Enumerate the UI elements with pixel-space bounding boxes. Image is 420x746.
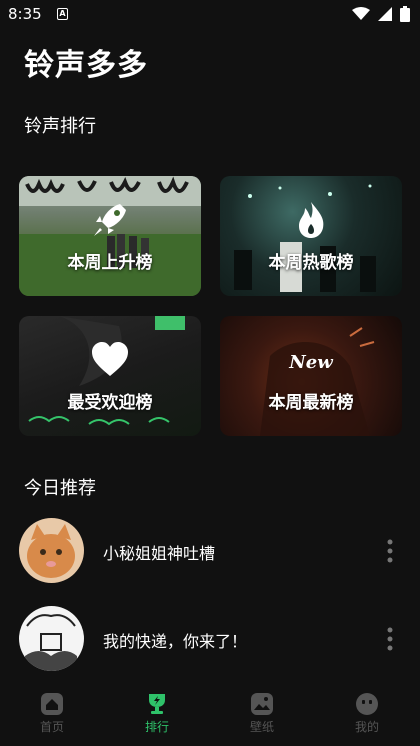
rocket-icon [94, 204, 126, 236]
home-icon [41, 693, 63, 715]
more-vertical-icon[interactable] [382, 625, 398, 653]
status-time: 8:35 [8, 5, 42, 23]
nav-item-mine[interactable]: 我的 [332, 692, 402, 735]
smiley-icon [356, 693, 378, 715]
flame-icon [299, 202, 324, 238]
card-label: 本周热歌榜 [268, 253, 354, 273]
nav-label: 我的 [354, 720, 379, 734]
battery-icon [400, 6, 410, 22]
list-item-title: 小秘姐姐神吐槽 [103, 544, 216, 563]
nav-item-rank[interactable]: 排行 [122, 692, 192, 735]
card-label: 最受欢迎榜 [67, 393, 153, 413]
wallpaper-icon [251, 693, 273, 715]
nav-item-wallpaper[interactable]: 壁纸 [227, 692, 297, 735]
svg-text:New: New [288, 352, 334, 373]
list-item[interactable]: 我的快递，你来了！ [0, 606, 420, 676]
more-vertical-icon[interactable] [382, 537, 398, 565]
card-weekly-new[interactable]: New 本周最新榜 [220, 316, 402, 436]
list-item[interactable]: 小秘姐姐神吐槽 [0, 518, 420, 588]
nav-label: 排行 [144, 720, 169, 734]
app-title: 铃声多多 [24, 48, 148, 83]
list-item-title: 我的快递，你来了！ [103, 632, 248, 651]
card-weekly-rising[interactable]: 本周上升榜 [19, 176, 201, 296]
card-label: 本周上升榜 [67, 253, 153, 273]
trophy-icon [149, 694, 165, 714]
card-most-popular[interactable]: 最受欢迎榜 [19, 316, 201, 436]
nav-item-home[interactable]: 首页 [17, 692, 87, 735]
new-badge-icon: New [288, 352, 334, 373]
bottom-nav: 首页 排行 壁纸 我的 [0, 686, 420, 746]
card-weekly-hot[interactable]: 本周热歌榜 [220, 176, 402, 296]
notification-icon: A [57, 8, 68, 20]
wifi-icon [352, 7, 370, 20]
nav-label: 首页 [39, 720, 64, 734]
status-icons [352, 6, 410, 22]
heart-icon [92, 342, 128, 376]
signal-icon [378, 7, 392, 21]
sketch-avatar [19, 606, 84, 671]
nav-label: 壁纸 [249, 720, 274, 734]
recommend-section-title: 今日推荐 [24, 478, 96, 499]
card-label: 本周最新榜 [268, 393, 354, 413]
cat-avatar [19, 518, 84, 583]
ranking-section-title: 铃声排行 [24, 116, 96, 137]
status-bar: 8:35 A [0, 0, 420, 30]
